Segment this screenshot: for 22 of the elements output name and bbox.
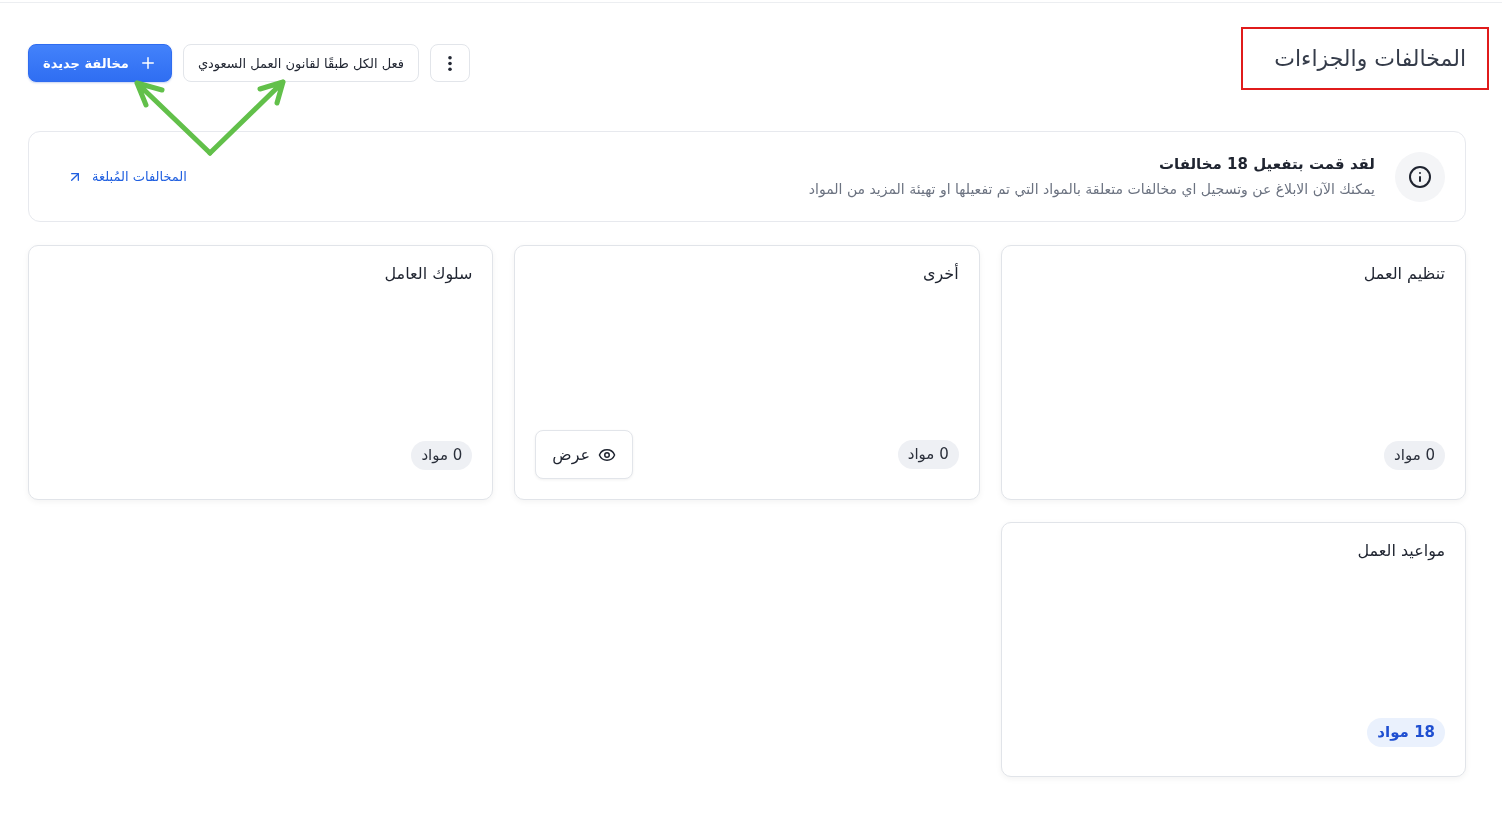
new-violation-button[interactable]: مخالفة جديدة <box>28 44 172 82</box>
card-title: تنظيم العمل <box>1362 263 1445 285</box>
banner-title: لقد قمت بتفعيل 18 مخالفات <box>1158 154 1375 174</box>
card-title: سلوك العامل <box>383 263 473 285</box>
count-badge: 18 مواد <box>1367 717 1445 747</box>
category-card[interactable]: سلوك العامل 0 مواد <box>28 245 494 500</box>
card-title: أخرى <box>922 263 959 285</box>
page-title: المخالفات والجزاءات <box>1274 44 1466 73</box>
info-icon <box>1395 151 1445 202</box>
count-badge: 0 مواد <box>897 440 959 469</box>
reported-violations-link[interactable]: المخالفات المُبلغة <box>67 168 187 185</box>
count-badge: 0 مواد <box>411 440 473 470</box>
view-button[interactable]: عرض <box>535 430 634 479</box>
count-badge: 0 مواد <box>1384 440 1445 470</box>
banner-text: يمكنك الآن الابلاغ عن وتسجيل اي مخالفات متعلقة بالمواد التي تم تفعيلها او تهيئة المزيد من المواد <box>807 180 1375 199</box>
more-options-button[interactable] <box>430 44 470 82</box>
category-card[interactable]: أخرى 0 مواد عرض <box>514 245 980 500</box>
apply-all-button[interactable]: فعل الكل طبقًا لقانون العمل السعودي <box>182 44 419 82</box>
category-card[interactable]: مواعيد العمل 18 مواد <box>1000 522 1466 777</box>
category-card[interactable]: تنظيم العمل 0 مواد <box>1000 245 1466 500</box>
card-title: مواعيد العمل <box>1356 540 1445 562</box>
vertical-dots-icon <box>448 55 452 71</box>
